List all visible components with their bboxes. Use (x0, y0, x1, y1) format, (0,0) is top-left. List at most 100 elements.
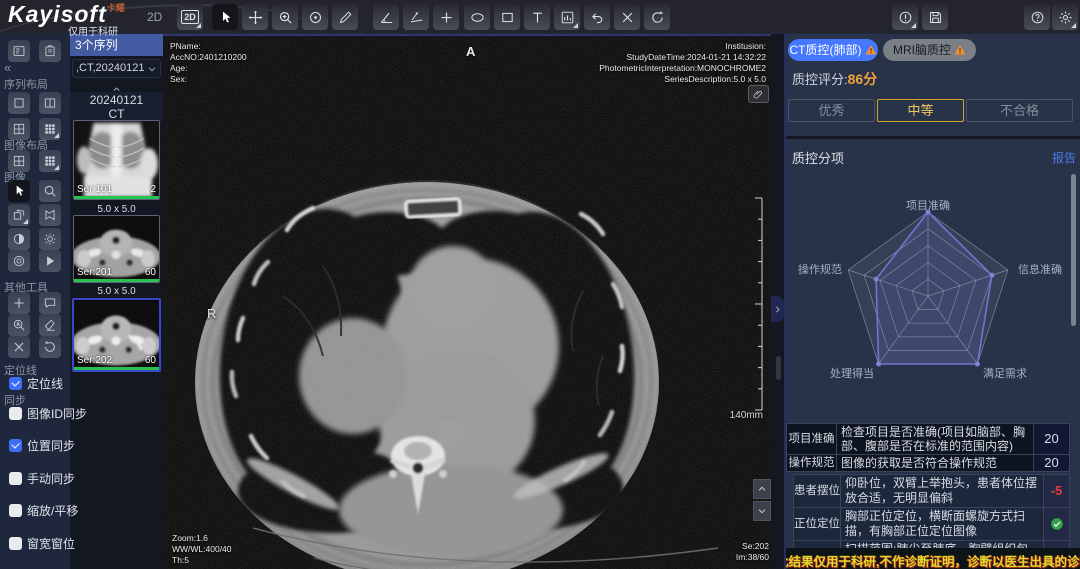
study-group-label[interactable]: 20240121CT (70, 92, 163, 122)
undo-button[interactable] (584, 4, 610, 30)
2d-layout-icon: 2D (181, 10, 199, 24)
info-button[interactable] (892, 4, 918, 30)
checkbox-label: 位置同步 (27, 437, 75, 454)
layout-1x2-button[interactable] (39, 92, 61, 114)
image-magnify-button[interactable] (39, 180, 61, 202)
layout-1x1-icon (12, 96, 26, 110)
checkbox-row-zoom-pan-sync[interactable]: 缩放/平移 (9, 503, 78, 517)
image-layout-3x3-button[interactable] (39, 150, 61, 172)
grid-2x2-icon (12, 154, 26, 168)
tool-delete-button[interactable] (8, 336, 30, 358)
checkbox-localizer[interactable] (9, 377, 22, 390)
qc-panel-scrollbar[interactable] (1071, 174, 1076, 326)
layout-1x1-button[interactable] (8, 92, 30, 114)
tab-mri-qc[interactable]: MRI脑质控 (883, 39, 976, 61)
series-description-label: 5.0 x 5.0 (70, 204, 163, 215)
checkbox-row-image-id-sync[interactable]: 图像ID同步 (9, 406, 87, 420)
help-button[interactable] (1024, 4, 1050, 30)
checkbox-row-manual-sync[interactable]: 手动同步 (9, 471, 75, 485)
series-thumbnail-202-selected[interactable]: Ser:202 60 (72, 298, 161, 372)
checkbox-label: 定位线 (27, 375, 63, 392)
delete-annotation-button[interactable] (614, 4, 640, 30)
series-thumbnail-101[interactable]: Ser:101 2 (73, 120, 160, 200)
next-image-button[interactable] (753, 501, 771, 521)
checkbox-row-localizer[interactable]: 定位线 (9, 376, 63, 390)
checkbox-image-id-sync[interactable] (9, 407, 22, 420)
tab-ct-qc[interactable]: CT质控(肺部) (788, 39, 878, 61)
app-logo: Kayisoft卡耀 仅用于科研 (8, 1, 125, 28)
rotate-button[interactable] (644, 4, 670, 30)
series-thumbnail-201[interactable]: Ser:201 60 (73, 215, 160, 283)
target-tool-button[interactable] (302, 4, 328, 30)
layout-2d-button[interactable]: 2D (177, 4, 203, 30)
tool-add-button[interactable] (8, 292, 30, 314)
divider-scrollbar-thumb[interactable] (776, 356, 781, 380)
grid-3x3-icon (43, 154, 57, 168)
tool-magnify-text-button[interactable] (8, 314, 30, 336)
tool-reset-button[interactable] (39, 336, 61, 358)
tool-comment-button[interactable] (39, 292, 61, 314)
checkbox-zoom-pan-sync[interactable] (9, 504, 22, 517)
checkbox-window-sync[interactable] (9, 537, 22, 550)
help-icon (1030, 10, 1045, 25)
checkbox-position-sync[interactable] (9, 439, 22, 452)
qc-row-label: 项目准确 (787, 424, 837, 455)
pan-tool-button[interactable] (242, 4, 268, 30)
image-cine-button[interactable] (39, 204, 61, 226)
checkbox-row-position-sync[interactable]: 位置同步 (9, 438, 75, 452)
cursor-tool-button[interactable] (212, 4, 238, 30)
image-viewport[interactable]: PName: AccNO:2401210200 Age: Sex: Instit… (163, 34, 771, 569)
window-level-label: WW/WL:400/40 (172, 544, 232, 555)
qc-row-label: 操作规范 (787, 455, 837, 472)
thumbnail-loaded-bar (74, 196, 159, 199)
crosshair-tool-button[interactable] (433, 4, 459, 30)
window-level-button[interactable] (554, 4, 580, 30)
measurement-ruler (163, 36, 771, 569)
checkbox-manual-sync[interactable] (9, 472, 22, 485)
speech-bubble-icon (43, 296, 57, 310)
expand-panel-button[interactable] (771, 296, 784, 322)
checkbox-row-window-sync[interactable]: 窗宽窗位 (9, 536, 75, 550)
image-brightness-button[interactable] (39, 228, 61, 250)
image-flip-rotate-button[interactable] (8, 204, 30, 226)
magnifier-a-icon (12, 318, 26, 332)
pencil-tool-button[interactable] (332, 4, 358, 30)
settings-button[interactable] (1052, 4, 1078, 30)
application-window: Kayisoft卡耀 仅用于科研 2D 2D « 序列布局 图 (0, 0, 1080, 569)
text-annotation-button[interactable] (524, 4, 550, 30)
grade-button-medium[interactable]: 中等 (877, 99, 964, 122)
target-icon (308, 10, 323, 25)
chevron-down-icon (757, 506, 767, 516)
previous-image-button[interactable] (753, 479, 771, 499)
disclaimer-text: 此结果仅用于科研,不作诊断证明，诊断以医生出具的诊断 (786, 551, 1080, 569)
study-modality: CT (70, 107, 163, 121)
grade-button-fail[interactable]: 不合格 (966, 99, 1073, 122)
brightness-sun-icon (43, 232, 57, 246)
cobb-angle-tool-button[interactable] (403, 4, 429, 30)
grade-button-excellent[interactable]: 优秀 (788, 99, 875, 122)
tool-eraser-button[interactable] (39, 314, 61, 336)
zoom-tool-button[interactable] (272, 4, 298, 30)
cursor-icon (218, 10, 233, 25)
mode-2d-label: 2D (147, 10, 162, 24)
save-button[interactable] (922, 4, 948, 30)
save-icon (928, 10, 943, 25)
eraser-icon (43, 318, 57, 332)
qc-score-label: 质控评分: (792, 72, 848, 87)
chevron-up-icon (757, 484, 767, 494)
cobb-angle-icon (409, 10, 424, 25)
thumbnail-image-count: 60 (145, 355, 156, 366)
ellipse-roi-button[interactable] (464, 4, 490, 30)
rect-roi-button[interactable] (494, 4, 520, 30)
image-invert-button[interactable] (8, 228, 30, 250)
zoom-in-icon (278, 10, 293, 25)
angle-tool-button[interactable] (373, 4, 399, 30)
image-play-button[interactable] (39, 250, 61, 272)
brand-subtitle: 仅用于科研 (68, 23, 118, 38)
tab-label: CT质控(肺部) (790, 39, 862, 61)
section-label-series-layout: 序列布局 (4, 76, 48, 92)
image-cursor-button[interactable] (8, 180, 30, 202)
cine-icon (43, 208, 57, 222)
layout-2x2-icon (12, 122, 26, 136)
image-localizer-button[interactable] (8, 250, 30, 272)
